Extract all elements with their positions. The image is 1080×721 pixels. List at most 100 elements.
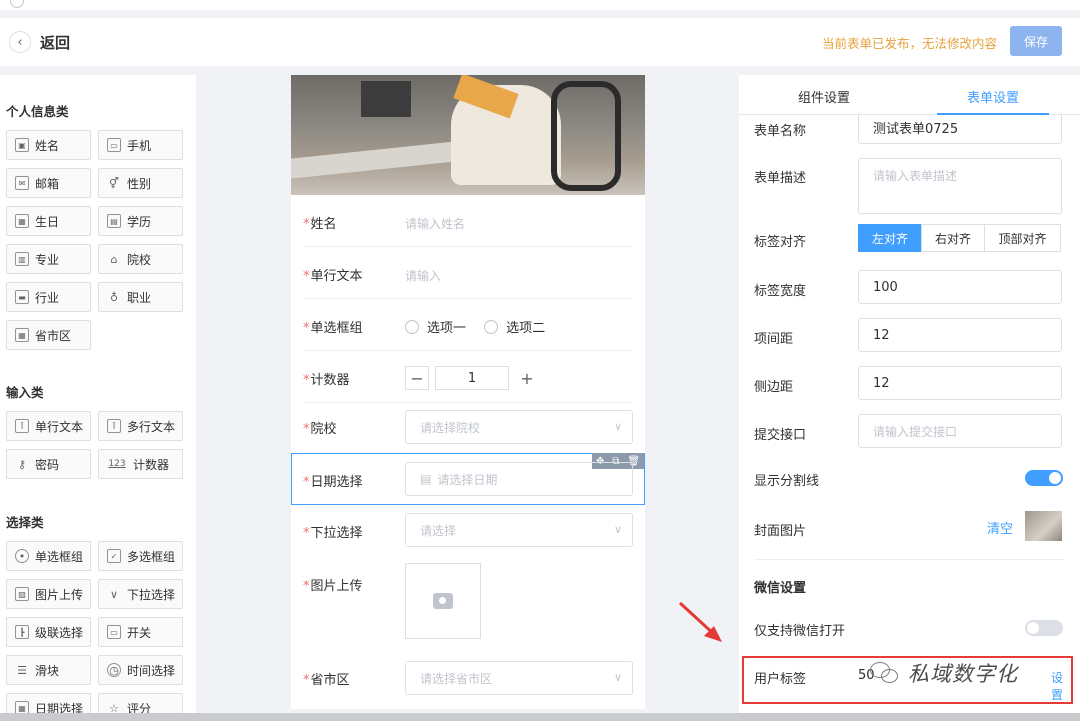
region-select[interactable]: 请选择省市区 ∨ <box>405 661 633 695</box>
palette-item-major[interactable]: ▥ 专业 <box>6 244 91 274</box>
calendar-icon: ▦ <box>15 214 29 228</box>
school-icon: ⌂ <box>110 252 118 266</box>
circle-icon <box>10 0 24 8</box>
label-align-group: 左对齐 右对齐 顶部对齐 <box>858 224 1061 252</box>
wechat-only-toggle[interactable] <box>1025 620 1063 636</box>
switch-icon: ▭ <box>107 625 121 639</box>
radio-option-2[interactable]: 选项二 <box>484 317 545 336</box>
camera-icon <box>433 593 453 609</box>
palette-item-dropdown[interactable]: ∨ 下拉选择 <box>98 579 183 609</box>
palette-item-school[interactable]: ⌂ 院校 <box>98 244 183 274</box>
clock-icon: ◷ <box>107 663 121 677</box>
align-left-button[interactable]: 左对齐 <box>858 224 922 252</box>
checkbox-icon: ✓ <box>107 549 121 563</box>
radio-option-1[interactable]: 选项一 <box>405 317 466 336</box>
palette-item-image-upload[interactable]: ▨ 图片上传 <box>6 579 91 609</box>
submit-api-input[interactable]: 请输入提交接口 <box>858 414 1062 448</box>
stepper-value[interactable]: 1 <box>435 366 509 390</box>
certificate-icon: ▤ <box>107 214 121 228</box>
watermark-text: 私域数字化 <box>908 662 1018 686</box>
component-palette: 个人信息类 ▣ 姓名 ▭ 手机 ✉ 邮箱 ⚥ 性别 ▦ 生日 ▤ 学历 ▥ 专业 ⌂ 院校 ▬ 行… <box>0 75 196 721</box>
palette-item-education[interactable]: ▤ 学历 <box>98 206 183 236</box>
mail-icon: ✉ <box>15 176 29 190</box>
decrement-button[interactable]: − <box>405 366 429 390</box>
palette-item-multi-line[interactable]: Ī 多行文本 <box>98 411 183 441</box>
watermark: 私域数字化 <box>870 658 1018 688</box>
cover-clear-link[interactable]: 清空 <box>987 518 1013 537</box>
published-notice: 当前表单已发布，无法修改内容 <box>821 36 997 51</box>
top-strip <box>0 0 1080 14</box>
horizontal-scrollbar[interactable] <box>0 713 1080 721</box>
increment-button[interactable]: + <box>515 366 539 390</box>
multi-line-icon: Ī <box>107 419 121 433</box>
settings-panel: 组件设置 表单设置 表单名称 测试表单0725 表单描述 请输入表单描述 标签对… <box>739 75 1080 721</box>
palette-item-phone[interactable]: ▭ 手机 <box>98 130 183 160</box>
user-card-icon: ▣ <box>15 138 29 152</box>
form-desc-textarea[interactable]: 请输入表单描述 <box>858 158 1062 214</box>
chevron-down-icon: ∨ <box>613 671 622 684</box>
back-label[interactable]: 返回 <box>40 32 70 53</box>
group-title-personal: 个人信息类 <box>6 104 69 119</box>
palette-item-switch[interactable]: ▭ 开关 <box>98 617 183 647</box>
chevron-down-icon: ∨ <box>109 587 119 601</box>
palette-item-time[interactable]: ◷ 时间选择 <box>98 655 183 685</box>
palette-item-email[interactable]: ✉ 邮箱 <box>6 168 91 198</box>
palette-item-slider[interactable]: ☰ 滑块 <box>6 655 91 685</box>
align-top-button[interactable]: 顶部对齐 <box>984 224 1061 252</box>
single-text-input[interactable]: 请输入 <box>405 267 441 284</box>
tab-form-settings[interactable]: 表单设置 <box>967 87 1019 106</box>
palette-item-occupation[interactable]: ♁ 职业 <box>98 282 183 312</box>
header-bar: ‹ 返回 当前表单已发布，无法修改内容 保存 <box>0 18 1080 66</box>
item-gap-input[interactable]: 12 <box>858 318 1062 352</box>
palette-item-industry[interactable]: ▬ 行业 <box>6 282 91 312</box>
phone-icon: ▭ <box>107 138 121 152</box>
quantity-stepper: − 1 + <box>405 366 539 392</box>
school-select[interactable]: 请选择院校 ∨ <box>405 410 633 444</box>
date-picker[interactable]: ▤ 请选择日期 <box>405 462 633 496</box>
user-tag-settings-link[interactable]: 设置 <box>1051 669 1064 703</box>
gender-icon: ⚥ <box>109 176 119 190</box>
image-icon: ▨ <box>15 587 29 601</box>
palette-item-single-line[interactable]: Ī 单行文本 <box>6 411 91 441</box>
form-name-input[interactable]: 测试表单0725 <box>858 112 1062 144</box>
settings-tabs: 组件设置 表单设置 <box>739 75 1080 115</box>
tab-component-settings[interactable]: 组件设置 <box>798 87 850 106</box>
name-input[interactable]: 请输入姓名 <box>405 215 465 232</box>
show-divider-toggle[interactable] <box>1025 470 1063 486</box>
badge-icon: ♁ <box>109 290 119 304</box>
form-preview: *姓名 请输入姓名 *单行文本 请输入 *单选框组 选项一 选项二 *计数器 −… <box>291 75 645 709</box>
save-button[interactable]: 保存 <box>1010 26 1062 56</box>
palette-item-cascade[interactable]: ┣ 级联选择 <box>6 617 91 647</box>
palette-item-checkbox[interactable]: ✓ 多选框组 <box>98 541 183 571</box>
briefcase-icon: ▬ <box>15 290 29 304</box>
wechat-logo-icon <box>870 662 900 684</box>
palette-item-gender[interactable]: ⚥ 性别 <box>98 168 183 198</box>
radio-icon: • <box>15 549 29 563</box>
cascade-icon: ┣ <box>15 625 29 639</box>
chevron-down-icon: ∨ <box>613 420 622 433</box>
palette-item-radio[interactable]: • 单选框组 <box>6 541 91 571</box>
palette-item-birthday[interactable]: ▦ 生日 <box>6 206 91 236</box>
building-icon: ▦ <box>15 328 29 342</box>
slider-icon: ☰ <box>17 663 27 677</box>
side-gap-input[interactable]: 12 <box>858 366 1062 400</box>
major-icon: ▥ <box>15 252 29 266</box>
key-icon: ⚷ <box>17 457 27 471</box>
palette-item-region[interactable]: ▦ 省市区 <box>6 320 91 350</box>
cover-thumbnail[interactable] <box>1025 511 1062 541</box>
counter-icon: 123 <box>108 459 126 469</box>
chevron-down-icon: ∨ <box>613 523 622 536</box>
image-upload-box[interactable] <box>405 563 481 639</box>
calendar-icon: ▤ <box>420 472 432 486</box>
group-title-select: 选择类 <box>6 515 44 530</box>
palette-item-name[interactable]: ▣ 姓名 <box>6 130 91 160</box>
single-line-icon: Ī <box>15 419 29 433</box>
palette-item-counter[interactable]: 123 计数器 <box>98 449 183 479</box>
back-button[interactable]: ‹ <box>9 31 31 53</box>
align-right-button[interactable]: 右对齐 <box>921 224 985 252</box>
label-width-input[interactable]: 100 <box>858 270 1062 304</box>
chevron-left-icon: ‹ <box>17 34 23 50</box>
wechat-section-title: 微信设置 <box>754 581 807 596</box>
dropdown-select[interactable]: 请选择 ∨ <box>405 513 633 547</box>
palette-item-password[interactable]: ⚷ 密码 <box>6 449 91 479</box>
